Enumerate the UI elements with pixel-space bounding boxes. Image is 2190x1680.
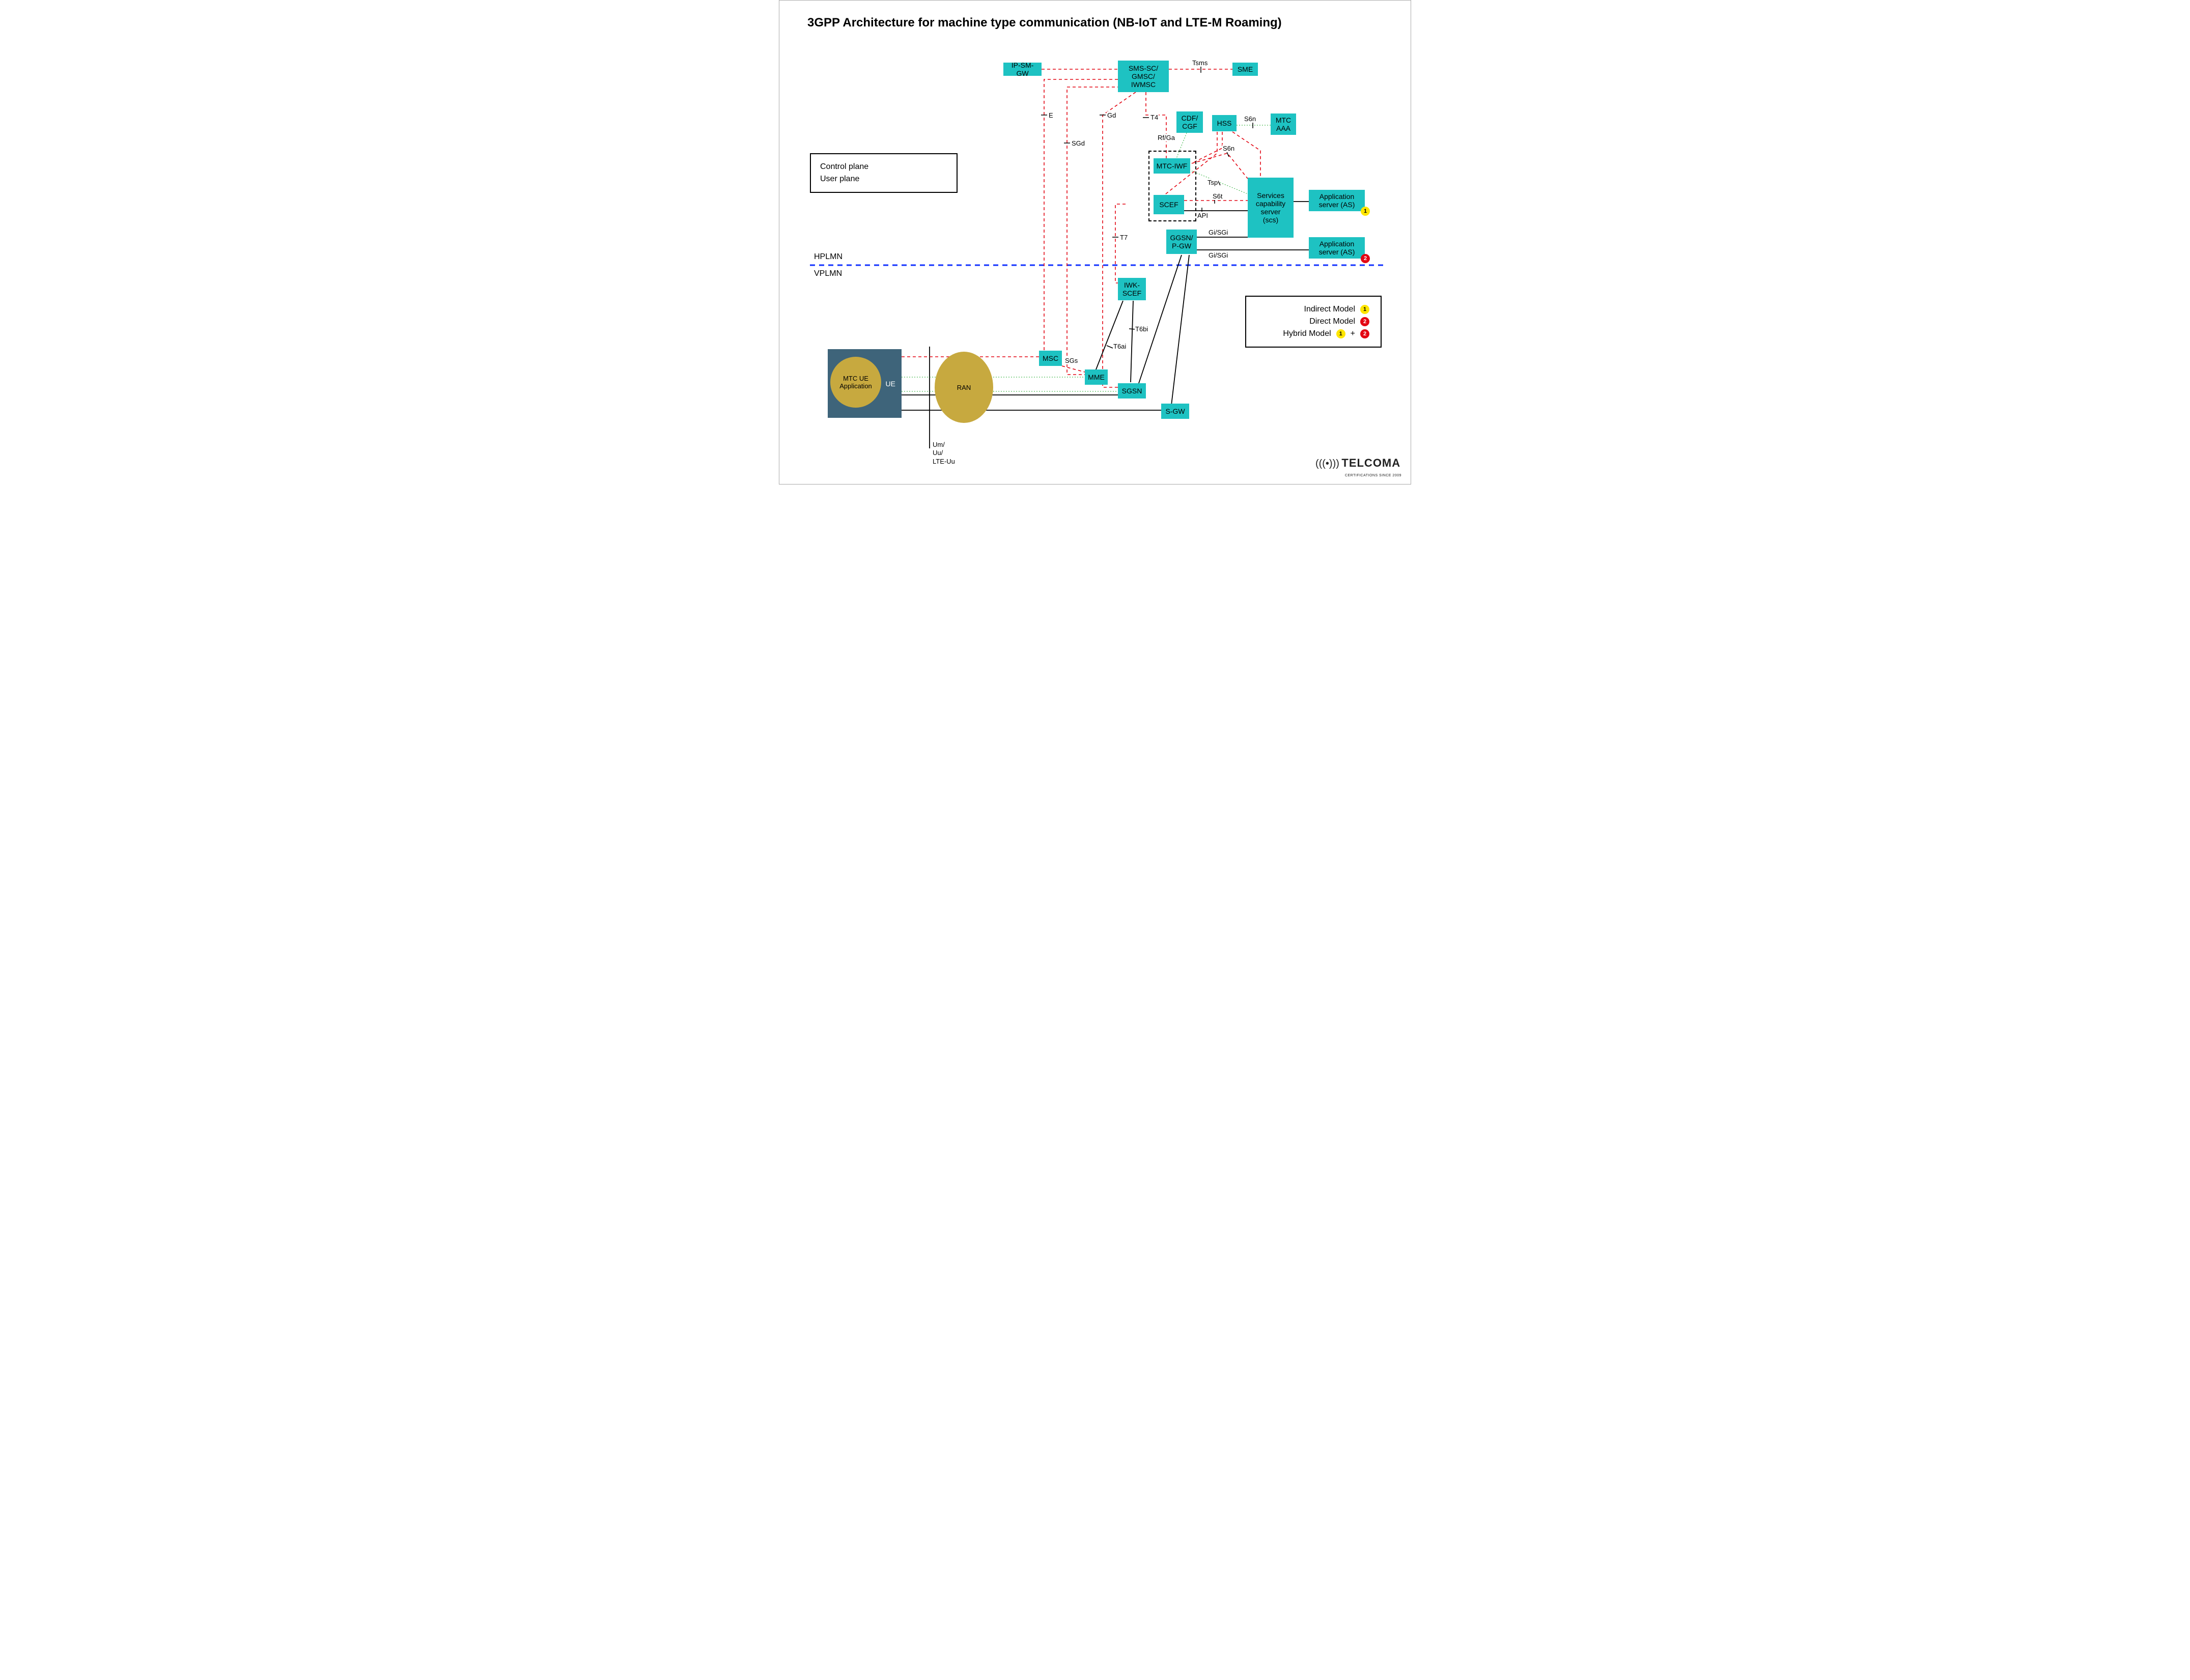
- label-vplmn: VPLMN: [814, 269, 842, 278]
- if-rfga: Rf/Ga: [1157, 134, 1175, 141]
- if-gd: Gd: [1107, 111, 1116, 119]
- node-smssc: SMS-SC/ GMSC/ IWMSC: [1118, 61, 1169, 92]
- if-t6ai: T6ai: [1113, 343, 1127, 350]
- if-gisgi1: Gi/SGi: [1208, 229, 1228, 236]
- model-direct: Direct Model: [1309, 317, 1355, 326]
- node-mtcue: MTC UE Application: [830, 357, 881, 408]
- if-t6bi: T6bi: [1135, 325, 1148, 333]
- node-ggsn: GGSN/ P-GW: [1166, 230, 1197, 254]
- node-cdf: CDF/ CGF: [1176, 111, 1203, 133]
- if-s6n-iwf: S6n: [1222, 145, 1235, 152]
- node-msc: MSC: [1039, 351, 1062, 366]
- node-as2: Application server (AS): [1309, 237, 1365, 259]
- if-tsms: Tsms: [1192, 59, 1208, 67]
- node-scs: Services capability server (scs): [1248, 178, 1294, 238]
- if-sgd: SGd: [1071, 139, 1085, 147]
- node-sgsn: SGSN: [1118, 383, 1146, 398]
- node-sgw: S-GW: [1161, 404, 1189, 419]
- node-ipsmgw: IP-SM-GW: [1003, 63, 1042, 76]
- node-scef: SCEF: [1154, 195, 1184, 214]
- label-hplmn: HPLMN: [814, 252, 843, 262]
- node-mme: MME: [1085, 369, 1108, 385]
- model-hybrid: Hybrid Model: [1283, 329, 1331, 338]
- if-t4: T4: [1150, 113, 1159, 121]
- node-as1: Application server (AS): [1309, 190, 1365, 211]
- if-api: API: [1197, 212, 1209, 219]
- if-sgs: SGs: [1064, 357, 1078, 364]
- legend-control-plane: Control plane: [820, 162, 868, 172]
- page-title: 3GPP Architecture for machine type commu…: [807, 16, 1282, 30]
- if-um: Um/ Uu/ LTE-Uu: [932, 441, 956, 466]
- if-s6t: S6t: [1212, 192, 1223, 200]
- legend-user-plane: User plane: [820, 175, 859, 184]
- if-s6n-hss: S6n: [1244, 115, 1256, 123]
- badge-as2-direct: 2: [1361, 254, 1370, 263]
- if-t7: T7: [1119, 234, 1128, 241]
- node-mtcaaa: MTC AAA: [1271, 113, 1296, 135]
- node-ran: RAN: [935, 352, 993, 423]
- legend-box: Control plane User plane: [810, 153, 958, 193]
- if-e: E: [1048, 111, 1054, 119]
- node-mtciwf: MTC-IWF: [1154, 158, 1190, 174]
- logo-telcoma: (((•))) TELCOMA CERTIFICATIONS SINCE 200…: [1315, 457, 1401, 479]
- if-tsp: Tsp: [1207, 179, 1218, 186]
- if-gisgi2: Gi/SGi: [1208, 251, 1228, 259]
- node-iwkscef: IWK- SCEF: [1118, 278, 1146, 300]
- model-legend: Indirect Model1 Direct Model2 Hybrid Mod…: [1245, 296, 1382, 348]
- node-hss: HSS: [1212, 115, 1237, 131]
- model-indirect: Indirect Model: [1304, 305, 1356, 314]
- node-sme: SME: [1232, 63, 1258, 76]
- badge-as1-indirect: 1: [1361, 207, 1370, 216]
